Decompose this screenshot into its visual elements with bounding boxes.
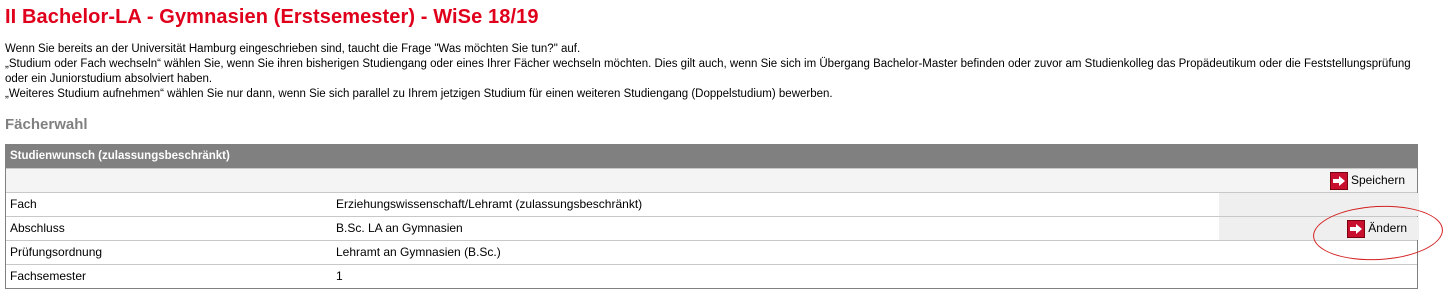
intro-line-2: „Studium oder Fach wechseln“ wählen Sie,… bbox=[5, 58, 1411, 85]
row-value: B.Sc. LA an Gymnasien bbox=[336, 221, 463, 235]
page-title: II Bachelor-LA - Gymnasien (Erstsemester… bbox=[5, 6, 539, 28]
section-heading: Fächerwahl bbox=[5, 116, 88, 133]
arrow-right-icon bbox=[1329, 171, 1348, 190]
table-row-abschluss: Abschluss B.Sc. LA an Gymnasien Ändern bbox=[6, 216, 1419, 240]
row-label: Fach bbox=[10, 197, 37, 211]
panel-header: Studienwunsch (zulassungsbeschränkt) bbox=[6, 144, 1417, 168]
action-cell: Ändern bbox=[1219, 217, 1419, 240]
intro-line-1: Wenn Sie bereits an der Universität Hamb… bbox=[5, 43, 581, 55]
change-button[interactable]: Ändern bbox=[1347, 219, 1407, 238]
save-button-label: Speichern bbox=[1350, 173, 1405, 187]
intro-line-3: „Weiteres Studium aufnehmen“ wählen Sie … bbox=[5, 88, 833, 100]
action-cell bbox=[1219, 193, 1419, 216]
row-value: Erziehungswissenschaft/Lehramt (zulassun… bbox=[336, 197, 643, 211]
change-button-label: Ändern bbox=[1368, 221, 1407, 235]
table-row-pruefungsordnung: Prüfungsordnung Lehramt an Gymnasien (B.… bbox=[6, 240, 1417, 264]
row-value: 1 bbox=[336, 269, 343, 283]
row-label: Fachsemester bbox=[10, 269, 87, 283]
row-value: Lehramt an Gymnasien (B.Sc.) bbox=[336, 245, 501, 259]
table-row-fachsemester: Fachsemester 1 bbox=[6, 264, 1417, 288]
toolbar-row: Speichern bbox=[6, 168, 1417, 192]
row-label: Abschluss bbox=[10, 221, 65, 235]
row-label: Prüfungsordnung bbox=[10, 245, 103, 259]
table-row-fach: Fach Erziehungswissenschaft/Lehramt (zul… bbox=[6, 192, 1419, 216]
intro-text: Wenn Sie bereits an der Universität Hamb… bbox=[5, 42, 1425, 102]
save-button[interactable]: Speichern bbox=[1329, 171, 1405, 190]
studienwunsch-panel: Studienwunsch (zulassungsbeschränkt) Spe… bbox=[5, 144, 1419, 289]
arrow-right-icon bbox=[1347, 219, 1366, 238]
